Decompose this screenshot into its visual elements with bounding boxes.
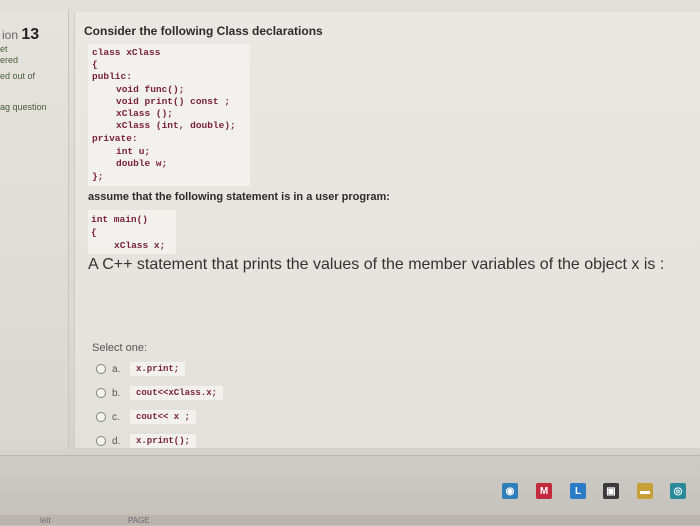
select-one-label: Select one: <box>92 342 148 354</box>
bottom-strip <box>0 515 700 525</box>
question-heading: Consider the following Class declaration… <box>84 24 323 38</box>
radio-button[interactable] <box>96 364 106 374</box>
code-line: void func(); <box>116 84 185 95</box>
mail-icon[interactable]: M <box>536 483 552 499</box>
question-prompt: A C++ statement that prints the values o… <box>88 256 665 273</box>
option-code: x.print(); <box>130 434 197 448</box>
bag-icon[interactable]: ▣ <box>603 483 619 499</box>
option-code: cout<<xClass.x; <box>130 386 224 400</box>
code-line: void print() const ; <box>116 96 231 107</box>
flag-question-link[interactable]: ag question <box>0 102 47 112</box>
option-code: cout<< x ; <box>130 410 197 424</box>
chrome-icon[interactable]: ◎ <box>670 483 686 499</box>
option-letter: a. <box>112 363 121 375</box>
code-line: xClass (int, double); <box>116 120 236 131</box>
question-number: 13 <box>21 26 40 43</box>
sidebar-line-3: ed out of <box>0 71 36 81</box>
answer-option-a[interactable]: a. x.print; <box>96 360 186 378</box>
question-number-label: ion 13 <box>2 26 39 44</box>
option-letter: d. <box>112 435 121 447</box>
launcher-icon[interactable]: L <box>570 483 586 499</box>
code-line: }; <box>92 171 104 182</box>
bottom-left-text: lett <box>40 516 51 525</box>
code-line: class xClass <box>92 47 161 58</box>
code-line: { <box>92 59 98 70</box>
code-line: private: <box>92 133 138 144</box>
radio-button[interactable] <box>96 388 106 398</box>
radio-button[interactable] <box>96 412 106 422</box>
option-letter: b. <box>112 387 121 399</box>
answer-option-b[interactable]: b. cout<<xClass.x; <box>96 384 224 402</box>
quiz-sidebar: ion 13 et ered ed out of ag question <box>0 10 69 450</box>
class-declaration-code: class xClass { public: void func(); void… <box>88 44 250 186</box>
code-line: int u; <box>116 146 151 157</box>
radio-button[interactable] <box>96 436 106 446</box>
sidebar-line-2: ered <box>0 55 19 65</box>
store-icon[interactable]: ◉ <box>502 483 518 499</box>
sidebar-line-1: et <box>0 44 8 54</box>
option-letter: c. <box>112 411 120 423</box>
statement-text: assume that the following statement is i… <box>88 191 390 203</box>
code-line: public: <box>92 71 132 82</box>
folder-icon[interactable]: ▬ <box>637 483 653 499</box>
answer-option-d[interactable]: d. x.print(); <box>96 432 197 450</box>
code-line: xClass x; <box>114 240 166 251</box>
code-line: double w; <box>116 158 168 169</box>
main-function-code: int main() { xClass x; <box>88 210 176 254</box>
code-line: { <box>91 227 97 238</box>
option-code: x.print; <box>130 362 186 376</box>
code-line: xClass (); <box>116 108 174 119</box>
answer-option-c[interactable]: c. cout<< x ; <box>96 408 197 426</box>
bottom-mid-text: PAGE <box>128 516 150 525</box>
question-prefix: ion <box>2 28 19 42</box>
code-line: int main() <box>91 214 149 225</box>
